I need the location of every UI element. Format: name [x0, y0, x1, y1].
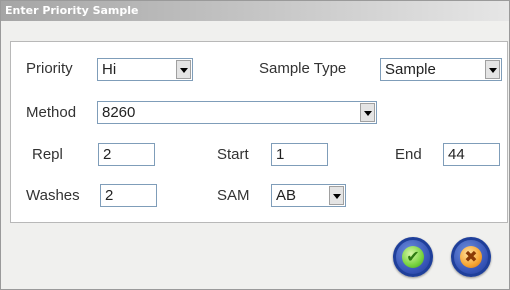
end-value: 44: [448, 146, 465, 163]
priority-select[interactable]: Hi: [97, 58, 193, 81]
sample-type-select[interactable]: Sample: [380, 58, 502, 81]
start-value: 1: [276, 146, 285, 163]
priority-value: Hi: [102, 61, 117, 78]
priority-label: Priority: [26, 60, 73, 77]
form-panel: Priority Hi Sample Type Sample Method 82…: [10, 41, 508, 223]
close-icon: ✖: [460, 246, 482, 268]
end-label: End: [395, 146, 422, 163]
end-input[interactable]: 44: [443, 143, 500, 166]
enter-priority-sample-dialog: Enter Priority Sample Priority Hi Sample…: [0, 0, 510, 290]
chevron-down-icon[interactable]: [176, 60, 191, 79]
dialog-title: Enter Priority Sample: [5, 4, 139, 17]
chevron-down-icon[interactable]: [360, 103, 375, 122]
method-select[interactable]: 8260: [97, 101, 377, 124]
repl-input[interactable]: 2: [98, 143, 155, 166]
repl-value: 2: [103, 146, 112, 163]
check-icon: ✔: [402, 246, 424, 268]
repl-label: Repl: [32, 146, 63, 163]
ok-button[interactable]: ✔: [393, 237, 433, 277]
washes-input[interactable]: 2: [100, 184, 157, 207]
check-glyph: ✔: [406, 247, 420, 266]
cancel-button[interactable]: ✖: [451, 237, 491, 277]
start-label: Start: [217, 146, 249, 163]
sample-type-label: Sample Type: [259, 60, 347, 77]
chevron-down-icon[interactable]: [329, 186, 344, 205]
title-bar[interactable]: Enter Priority Sample: [1, 1, 509, 21]
close-glyph: ✖: [464, 247, 478, 266]
washes-label: Washes: [26, 187, 80, 204]
method-label: Method: [26, 104, 77, 121]
sam-label: SAM: [217, 187, 250, 204]
chevron-down-icon[interactable]: [485, 60, 500, 79]
sam-value: AB: [276, 187, 297, 204]
start-input[interactable]: 1: [271, 143, 328, 166]
washes-value: 2: [105, 187, 114, 204]
sample-type-value: Sample: [385, 61, 436, 78]
method-value: 8260: [102, 104, 136, 121]
sam-select[interactable]: AB: [271, 184, 346, 207]
